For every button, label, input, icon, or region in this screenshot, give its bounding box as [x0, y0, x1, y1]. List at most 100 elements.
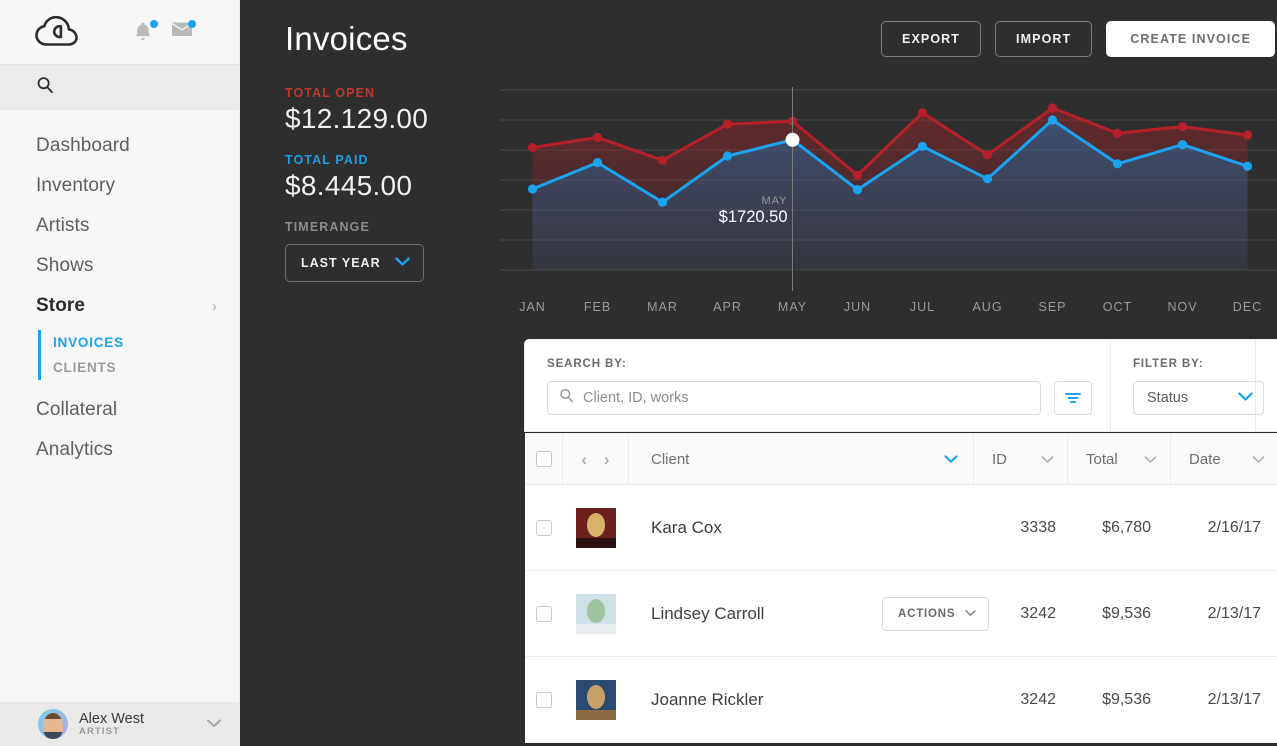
apply-section: APPLY: Actions: [1255, 340, 1277, 431]
table-row[interactable]: Kara Cox3338$6,7802/16/17DECLINED: [525, 485, 1277, 571]
sidebar-subnav-store: INVOICES CLIENTS: [0, 326, 239, 390]
app-root: Dashboard Inventory Artists Shows Store …: [0, 0, 1277, 746]
total-open-value: $12.129.00: [285, 103, 429, 134]
sidebar-item-label: Inventory: [36, 175, 116, 196]
artwork-thumbnail: [576, 679, 616, 720]
sidebar-subitem-label: INVOICES: [53, 335, 124, 350]
x-axis-tick: JUN: [843, 300, 872, 314]
sidebar-item-label: Store: [36, 295, 86, 316]
tooltip-value: $1720.50: [718, 207, 788, 226]
page-title: Invoices: [285, 20, 408, 57]
sidebar-item-label: Shows: [36, 255, 94, 276]
status-filter-select[interactable]: Status: [1133, 381, 1264, 415]
sidebar-item-label: Artists: [36, 215, 90, 236]
row-thumbnail-cell: [563, 679, 629, 720]
artwork-thumbnail: [576, 593, 616, 634]
row-thumbnail-cell: [563, 507, 629, 548]
page-header: Invoices EXPORT IMPORT CREATE INVOICE: [240, 0, 1277, 78]
envelope-icon[interactable]: [171, 20, 196, 43]
prev-page-button[interactable]: ‹: [581, 451, 587, 468]
timerange-value: LAST YEAR: [301, 256, 381, 270]
header-actions: EXPORT IMPORT CREATE INVOICE: [881, 21, 1275, 57]
column-header-client[interactable]: Client: [629, 434, 974, 484]
filter-by-label: FILTER BY:: [1133, 358, 1204, 370]
sidebar-item-store[interactable]: Store ›: [0, 286, 239, 326]
row-select-cell: [525, 605, 563, 622]
chevron-down-icon: [1237, 390, 1254, 406]
table-row[interactable]: Joanne Rickler3242$9,5362/13/17CLOSED: [525, 657, 1277, 743]
user-name: Alex West: [79, 710, 145, 727]
x-axis-tick: JUL: [909, 300, 936, 314]
row-client: Lindsey Carroll: [651, 603, 765, 623]
status-filter-value: Status: [1147, 390, 1189, 406]
table-row[interactable]: Lindsey CarrollACTIONS3242$9,5362/13/17O…: [525, 571, 1277, 657]
column-label: ID: [992, 450, 1007, 468]
sidebar-subitem-invoices[interactable]: INVOICES: [0, 330, 239, 355]
sidebar-item-collateral[interactable]: Collateral: [0, 390, 239, 430]
column-header-total[interactable]: Total: [1068, 434, 1171, 484]
search-by-label: SEARCH BY:: [547, 358, 627, 370]
row-checkbox[interactable]: [536, 519, 552, 536]
sidebar-item-artists[interactable]: Artists: [0, 206, 239, 246]
total-paid-value: $8.445.00: [285, 170, 413, 201]
sidebar-item-label: Dashboard: [36, 135, 130, 156]
chart-tooltip: MAY $1720.50: [633, 195, 788, 227]
sidebar-nav: Dashboard Inventory Artists Shows Store …: [0, 110, 239, 470]
sidebar-search[interactable]: [0, 64, 239, 110]
column-header-id[interactable]: ID: [974, 434, 1068, 484]
row-checkbox[interactable]: [536, 691, 552, 708]
total-paid-label: TOTAL PAID: [285, 153, 369, 167]
invoices-line-chart[interactable]: [495, 78, 1277, 296]
column-header-date[interactable]: Date: [1171, 434, 1277, 484]
row-client: Joanne Rickler: [651, 689, 764, 709]
sidebar-subitem-label: CLIENTS: [53, 360, 117, 375]
export-button[interactable]: EXPORT: [881, 21, 982, 57]
search-input-wrapper[interactable]: [547, 381, 1041, 415]
user-profile[interactable]: Alex West ARTIST: [0, 702, 240, 746]
search-section: SEARCH BY:: [525, 340, 1110, 431]
chevron-down-icon[interactable]: [206, 715, 222, 733]
row-id: 3338: [1020, 518, 1056, 536]
import-button[interactable]: IMPORT: [995, 21, 1093, 57]
sidebar-subitem-clients[interactable]: CLIENTS: [0, 355, 239, 380]
sidebar-item-inventory[interactable]: Inventory: [0, 166, 239, 206]
avatar: [38, 709, 68, 739]
total-open-label: TOTAL OPEN: [285, 86, 376, 100]
row-id: 3242: [1020, 604, 1056, 622]
sidebar-item-label: Collateral: [36, 399, 118, 420]
stats-panel: TOTAL OPEN $12.129.00 TOTAL PAID $8.445.…: [285, 78, 460, 326]
bell-icon[interactable]: [133, 20, 158, 43]
user-text: Alex West ARTIST: [79, 711, 144, 738]
column-label: Date: [1189, 450, 1221, 468]
chevron-down-icon: [394, 256, 411, 270]
x-axis-tick: APR: [713, 300, 742, 314]
search-input[interactable]: [583, 390, 1029, 406]
column-label: Total: [1086, 450, 1118, 468]
x-axis-tick: OCT: [1102, 300, 1133, 314]
table-body: Kara Cox3338$6,7802/16/17DECLINED Lindsey…: [525, 485, 1277, 743]
row-checkbox[interactable]: [536, 605, 552, 622]
row-date: 2/13/17: [1207, 690, 1261, 708]
filter-toggle-button[interactable]: [1054, 381, 1092, 415]
row-id: 3242: [1020, 690, 1056, 708]
sidebar-item-shows[interactable]: Shows: [0, 246, 239, 286]
sidebar-item-analytics[interactable]: Analytics: [0, 430, 239, 470]
column-label: Client: [651, 450, 690, 468]
timerange-select[interactable]: LAST YEAR: [285, 244, 424, 282]
select-all-checkbox[interactable]: [535, 451, 552, 467]
sidebar-item-dashboard[interactable]: Dashboard: [0, 126, 239, 166]
cloud-logo-icon[interactable]: [34, 15, 82, 49]
search-icon: [559, 388, 574, 408]
sidebar: Dashboard Inventory Artists Shows Store …: [0, 0, 240, 746]
next-page-button[interactable]: ›: [604, 451, 610, 468]
x-axis-tick: DEC: [1232, 300, 1263, 314]
tooltip-month: MAY: [761, 194, 788, 207]
chevron-down-icon: [1143, 451, 1158, 468]
row-thumbnail-cell: [563, 593, 629, 634]
row-select-cell: [525, 519, 563, 536]
create-invoice-button[interactable]: CREATE INVOICE: [1106, 21, 1275, 57]
x-axis-tick: FEB: [583, 300, 612, 314]
x-axis-tick: MAR: [647, 300, 678, 314]
chevron-right-icon: ›: [211, 297, 217, 315]
row-inline-actions: ACTIONS: [864, 596, 990, 631]
